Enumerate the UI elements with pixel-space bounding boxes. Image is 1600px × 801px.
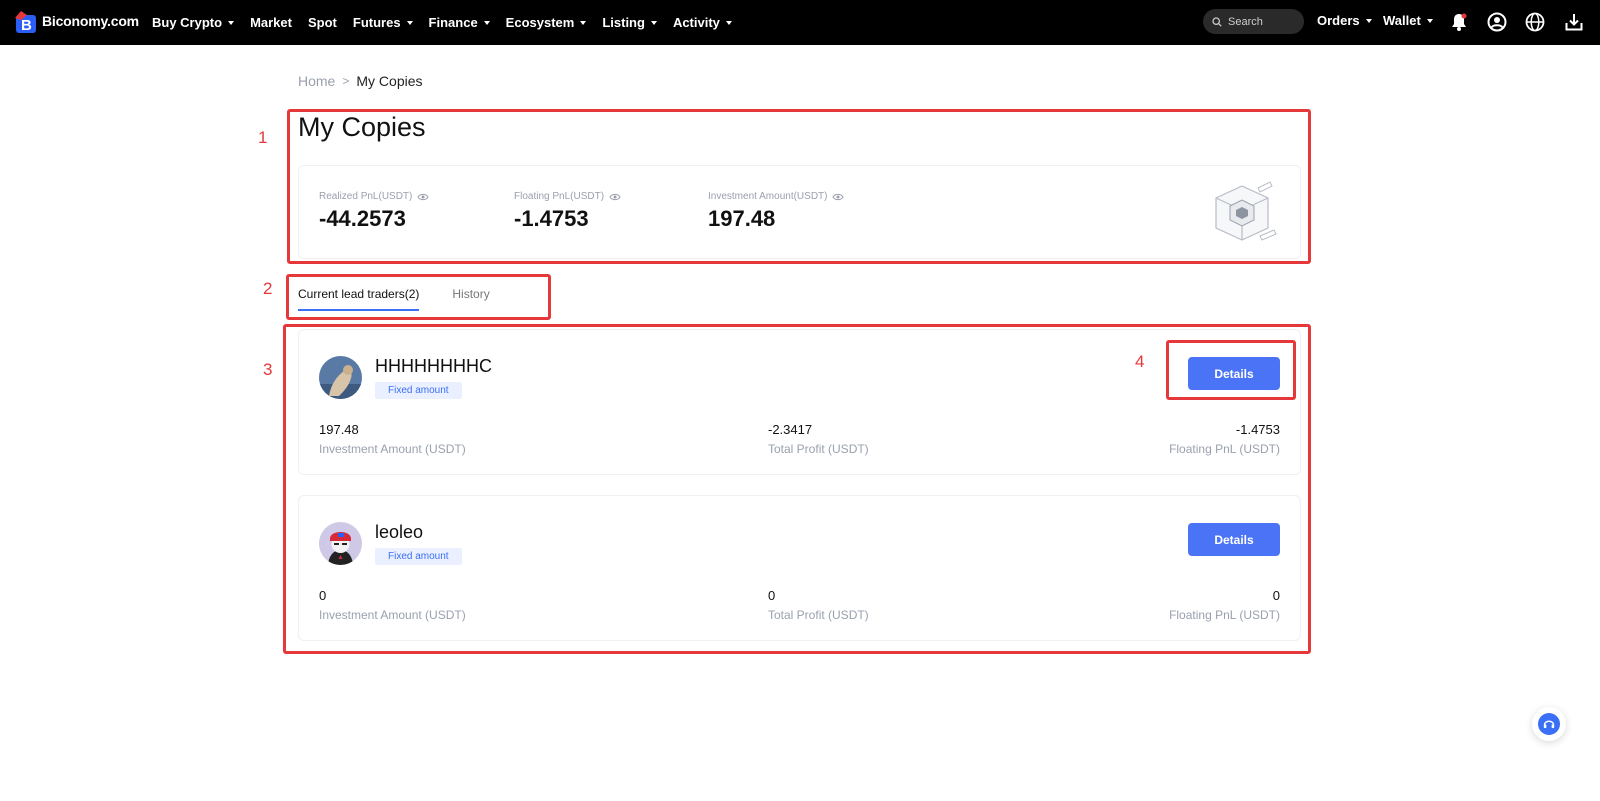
nav-label: Listing [602, 15, 645, 30]
bell-icon[interactable] [1448, 11, 1470, 33]
chevron-down-icon [580, 20, 587, 25]
orders-menu[interactable]: Orders [1317, 13, 1372, 28]
metric-label: Floating PnL (USDT) [1169, 608, 1280, 622]
page-title: My Copies [298, 112, 426, 142]
annotation-marker-3: 3 [263, 360, 273, 379]
stat-label-text: Realized PnL(USDT) [319, 191, 413, 202]
summary-card: Realized PnL(USDT) -44.2573 Floating PnL… [298, 165, 1301, 259]
nav-label: Futures [352, 15, 401, 30]
breadcrumb-home[interactable]: Home [298, 73, 335, 89]
orders-label: Orders [1317, 13, 1360, 28]
stat-label-text: Investment Amount(USDT) [708, 191, 828, 202]
metric-label: Total Profit (USDT) [768, 608, 869, 622]
eye-icon[interactable] [832, 193, 845, 201]
nav-finance[interactable]: Finance [429, 15, 490, 30]
copy-mode-badge: Fixed amount [375, 382, 462, 399]
user-icon[interactable] [1486, 11, 1508, 33]
metric-value: 197.48 [319, 422, 359, 437]
breadcrumb: Home > My Copies [298, 73, 423, 89]
stat-label: Realized PnL(USDT) [319, 191, 429, 202]
nav-activity[interactable]: Activity [673, 15, 732, 30]
nav-label: Market [250, 15, 292, 30]
stat-realized-pnl: Realized PnL(USDT) -44.2573 [319, 191, 429, 232]
search-box[interactable] [1203, 9, 1304, 34]
stat-floating-pnl: Floating PnL(USDT) -1.4753 [514, 191, 621, 232]
metric-total-profit: 0 Total Profit (USDT) [768, 588, 869, 622]
breadcrumb-current: My Copies [356, 73, 423, 89]
nav-spot[interactable]: Spot [308, 15, 337, 30]
metric-label: Total Profit (USDT) [768, 442, 869, 456]
biconomy-logo[interactable]: B Biconomy.com [13, 9, 139, 34]
details-button[interactable]: Details [1188, 523, 1280, 556]
avatar [319, 356, 362, 399]
metric-value: 0 [319, 588, 327, 603]
cube-illustration-icon [1215, 181, 1277, 241]
details-button[interactable]: Details [1188, 357, 1280, 390]
eye-icon[interactable] [609, 193, 621, 201]
stat-label-text: Floating PnL(USDT) [514, 191, 605, 202]
globe-icon[interactable] [1524, 11, 1546, 33]
chevron-down-icon [1365, 18, 1372, 23]
chevron-down-icon [406, 20, 413, 25]
stat-label: Investment Amount(USDT) [708, 191, 845, 202]
stat-label: Floating PnL(USDT) [514, 191, 621, 202]
trader-name: HHHHHHHHC [375, 356, 492, 376]
metric-label: Investment Amount (USDT) [319, 442, 466, 456]
nav-listing[interactable]: Listing [602, 15, 657, 30]
metric-value: -1.4753 [1235, 422, 1280, 437]
metric-label: Floating PnL (USDT) [1169, 442, 1280, 456]
nav-label: Buy Crypto [152, 15, 223, 30]
download-icon[interactable] [1563, 11, 1585, 33]
trader-tabs: Current lead traders(2) History [298, 287, 490, 311]
metric-total-profit: -2.3417 Total Profit (USDT) [768, 422, 869, 456]
stat-value: 197.48 [708, 206, 776, 231]
chevron-down-icon [1426, 18, 1433, 23]
tab-history[interactable]: History [452, 287, 489, 311]
metric-investment-amount: 197.48 Investment Amount (USDT) [319, 422, 466, 456]
avatar [319, 522, 362, 565]
wallet-menu[interactable]: Wallet [1383, 13, 1433, 28]
headset-icon [1538, 713, 1560, 735]
logo-mark-icon: B [13, 9, 39, 34]
nav-buy-crypto[interactable]: Buy Crypto [152, 15, 235, 30]
nav-label: Ecosystem [505, 15, 575, 30]
metric-label: Investment Amount (USDT) [319, 608, 466, 622]
search-icon [1212, 16, 1222, 27]
metric-value: 0 [1272, 588, 1280, 603]
trader-card: HHHHHHHHC Fixed amount Details 197.48 In… [298, 329, 1301, 475]
logo-text: Biconomy.com [42, 13, 139, 29]
chevron-down-icon [483, 20, 490, 25]
nav-ecosystem[interactable]: Ecosystem [506, 15, 587, 30]
nav-label: Finance [428, 15, 478, 30]
stat-value: -1.4753 [514, 206, 589, 231]
trader-card: leoleo Fixed amount Details 0 Investment… [298, 495, 1301, 641]
nav-label: Spot [307, 15, 337, 30]
chevron-down-icon [228, 20, 235, 25]
chevron-down-icon [725, 20, 732, 25]
copy-mode-badge: Fixed amount [375, 548, 462, 565]
eye-icon[interactable] [417, 193, 429, 201]
metric-floating-pnl: 0 Floating PnL (USDT) [1169, 588, 1280, 622]
breadcrumb-separator: > [342, 74, 350, 88]
metric-value: -2.3417 [768, 422, 813, 437]
chevron-down-icon [650, 20, 657, 25]
stat-investment-amount: Investment Amount(USDT) 197.48 [708, 191, 845, 232]
annotation-marker-1: 1 [258, 128, 268, 147]
nav-market[interactable]: Market [250, 15, 292, 30]
wallet-label: Wallet [1383, 13, 1421, 28]
search-input[interactable] [1228, 15, 1298, 28]
nav-label: Activity [672, 15, 720, 30]
tab-current-lead-traders[interactable]: Current lead traders(2) [298, 287, 420, 311]
metric-floating-pnl: -1.4753 Floating PnL (USDT) [1169, 422, 1280, 456]
main-nav: Buy Crypto Market Spot Futures Finance E… [152, 0, 748, 45]
nav-futures[interactable]: Futures [353, 15, 413, 30]
customer-support-button[interactable] [1532, 707, 1566, 741]
stat-value: -44.2573 [319, 206, 406, 231]
top-navigation-bar: B Biconomy.com Buy Crypto Market Spot Fu… [0, 0, 1600, 45]
trader-name: leoleo [375, 522, 424, 542]
svg-text:B: B [21, 17, 32, 34]
metric-value: 0 [768, 588, 776, 603]
metric-investment-amount: 0 Investment Amount (USDT) [319, 588, 466, 622]
annotation-marker-2: 2 [263, 279, 273, 298]
